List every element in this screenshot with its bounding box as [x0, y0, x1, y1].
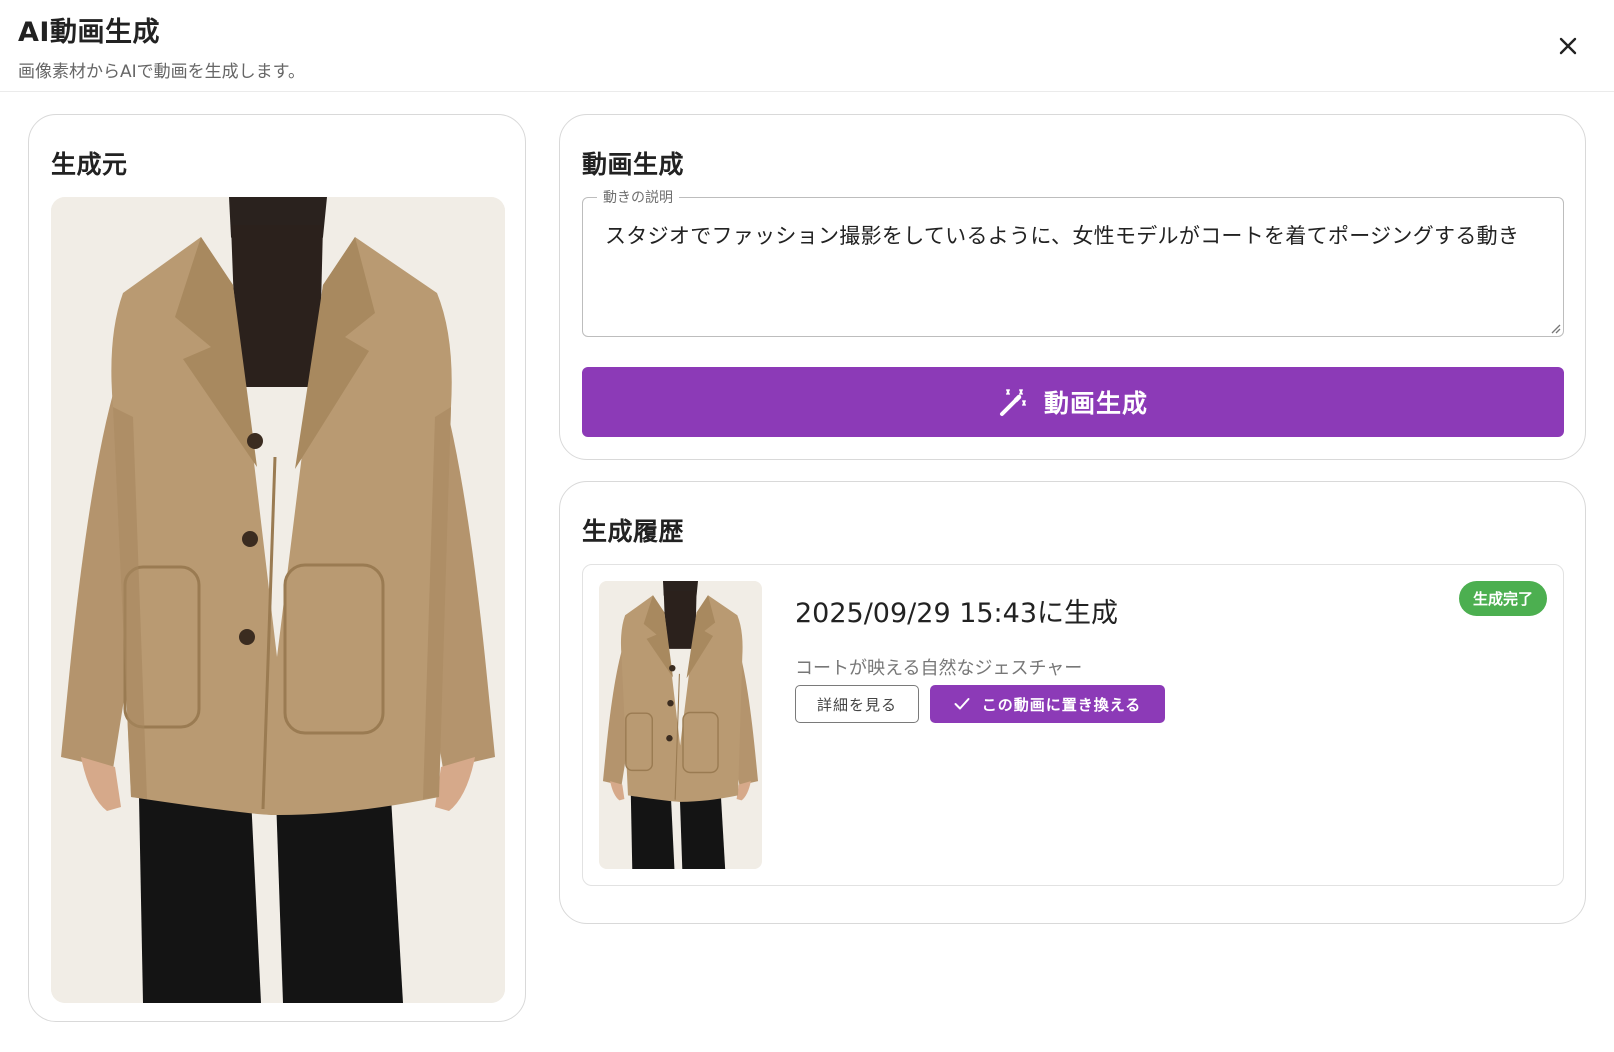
view-details-button[interactable]: 詳細を見る — [795, 685, 919, 723]
dialog-subtitle: 画像素材からAIで動画を生成します。 — [18, 62, 305, 82]
dialog-title: AI動画生成 — [18, 17, 160, 48]
source-image — [51, 197, 505, 1003]
history-item-description: コートが映える自然なジェスチャー — [795, 658, 1083, 679]
source-title: 生成元 — [51, 150, 128, 179]
replace-video-button[interactable]: この動画に置き換える — [930, 685, 1165, 723]
history-item-date: 2025/09/29 15:43に生成 — [795, 598, 1119, 629]
motion-description-label: 動きの説明 — [597, 187, 679, 207]
coat-photo — [51, 197, 505, 1003]
source-card: 生成元 — [28, 114, 526, 1022]
generate-title: 動画生成 — [582, 150, 685, 179]
status-badge: 生成完了 — [1458, 581, 1547, 616]
history-item: 2025/09/29 15:43に生成 コートが映える自然なジェスチャー 生成完… — [582, 564, 1564, 886]
history-card: 生成履歴 2025/09/29 15:43に生成 コートが映える自然なジェスチャ… — [559, 481, 1586, 924]
ai-video-dialog: AI動画生成 画像素材からAIで動画を生成します。 生成元 動画生成 動きの説明… — [0, 0, 1614, 1052]
resize-handle-icon[interactable] — [1549, 322, 1561, 334]
motion-description-input[interactable]: スタジオでファッション撮影をしているように、女性モデルがコートを着てポージングす… — [605, 220, 1549, 250]
close-icon — [1559, 37, 1577, 55]
generate-card: 動画生成 動きの説明 スタジオでファッション撮影をしているように、女性モデルがコ… — [559, 114, 1586, 460]
generate-video-label: 動画生成 — [1043, 390, 1148, 418]
replace-video-label: この動画に置き換える — [981, 696, 1142, 714]
check-icon — [954, 698, 970, 710]
motion-description-field[interactable]: 動きの説明 スタジオでファッション撮影をしているように、女性モデルがコートを着て… — [582, 187, 1564, 337]
close-button[interactable] — [1548, 26, 1588, 66]
coat-thumbnail-photo — [599, 581, 762, 869]
history-thumbnail[interactable] — [599, 581, 762, 869]
history-title: 生成履歴 — [582, 517, 685, 546]
dialog-header: AI動画生成 画像素材からAIで動画を生成します。 — [0, 0, 1614, 92]
generate-video-button[interactable]: 動画生成 — [582, 367, 1564, 437]
magic-wand-icon — [999, 389, 1026, 416]
